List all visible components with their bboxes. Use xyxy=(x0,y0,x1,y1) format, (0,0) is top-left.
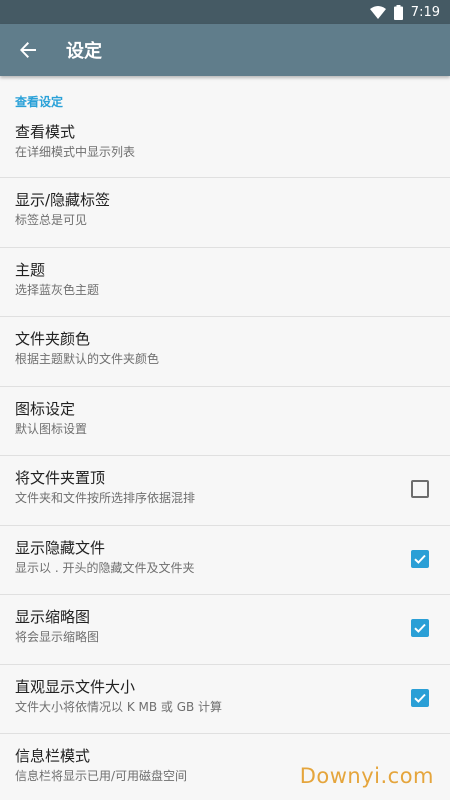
pref-title: 显示隐藏文件 xyxy=(15,538,106,557)
pref-title: 将文件夹置顶 xyxy=(15,469,106,487)
page-title: 设定 xyxy=(66,41,102,62)
status-time: 7:19 xyxy=(410,4,440,20)
pref-title: 图标设定 xyxy=(15,399,76,418)
pref-icon-settings[interactable]: 图标设定 默认图标设置 xyxy=(0,387,450,456)
pref-summary: 在详细模式中显示列表 xyxy=(15,145,136,159)
pref-show-thumbnails[interactable]: 显示缩略图 将会显示缩略图 xyxy=(0,595,450,665)
watermark-logo: Downyi.com xyxy=(299,764,434,788)
pref-summary: 显示以 . 开头的隐藏文件及文件夹 xyxy=(15,560,195,575)
pref-title: 查看模式 xyxy=(15,123,76,141)
arrow-back-icon xyxy=(20,42,36,58)
pref-view-mode[interactable]: 查看模式 在详细模式中显示列表 xyxy=(0,112,450,178)
pref-summary: 文件大小将依情况以 K MB 或 GB 计算 xyxy=(15,699,223,714)
folders-first-checkbox[interactable] xyxy=(411,480,429,498)
pref-summary: 文件夹和文件按所选排序依据混排 xyxy=(15,491,196,505)
pref-title: 信息栏模式 xyxy=(15,747,91,765)
app-toolbar: 设定 xyxy=(0,24,450,76)
pref-summary: 根据主题默认的文件夹颜色 xyxy=(15,352,160,366)
check-icon xyxy=(414,623,426,633)
pref-title: 文件夹颜色 xyxy=(15,330,91,348)
readable-file-size-checkbox[interactable] xyxy=(411,688,429,707)
pref-title: 显示缩略图 xyxy=(15,608,91,626)
settings-list: 查看设定 查看模式 在详细模式中显示列表 显示/隐藏标签 标签总是可见 主题 选… xyxy=(0,76,450,800)
pref-summary: 标签总是可见 xyxy=(15,213,88,227)
section-header: 查看设定 xyxy=(15,95,64,109)
battery-icon xyxy=(393,4,403,20)
pref-summary: 将会显示缩略图 xyxy=(15,630,100,644)
status-bar: 7:19 xyxy=(0,0,450,24)
check-icon xyxy=(414,693,426,703)
pref-readable-file-size[interactable]: 直观显示文件大小 文件大小将依情况以 K MB 或 GB 计算 xyxy=(0,665,450,734)
pref-show-hide-tabs[interactable]: 显示/隐藏标签 标签总是可见 xyxy=(0,178,450,248)
pref-title: 主题 xyxy=(15,260,46,279)
wifi-icon xyxy=(369,5,386,19)
pref-summary: 选择蓝灰色主题 xyxy=(15,282,100,297)
pref-folders-first[interactable]: 将文件夹置顶 文件夹和文件按所选排序依据混排 xyxy=(0,456,450,526)
pref-title: 显示/隐藏标签 xyxy=(15,191,111,209)
pref-title: 直观显示文件大小 xyxy=(15,677,136,696)
pref-summary: 默认图标设置 xyxy=(15,421,88,436)
pref-folder-color[interactable]: 文件夹颜色 根据主题默认的文件夹颜色 xyxy=(0,317,450,387)
show-thumbnails-checkbox[interactable] xyxy=(411,619,429,637)
show-hidden-files-checkbox[interactable] xyxy=(411,549,429,568)
pref-theme[interactable]: 主题 选择蓝灰色主题 xyxy=(0,248,450,317)
check-icon xyxy=(414,554,426,564)
pref-show-hidden-files[interactable]: 显示隐藏文件 显示以 . 开头的隐藏文件及文件夹 xyxy=(0,526,450,595)
back-button[interactable] xyxy=(0,24,56,76)
